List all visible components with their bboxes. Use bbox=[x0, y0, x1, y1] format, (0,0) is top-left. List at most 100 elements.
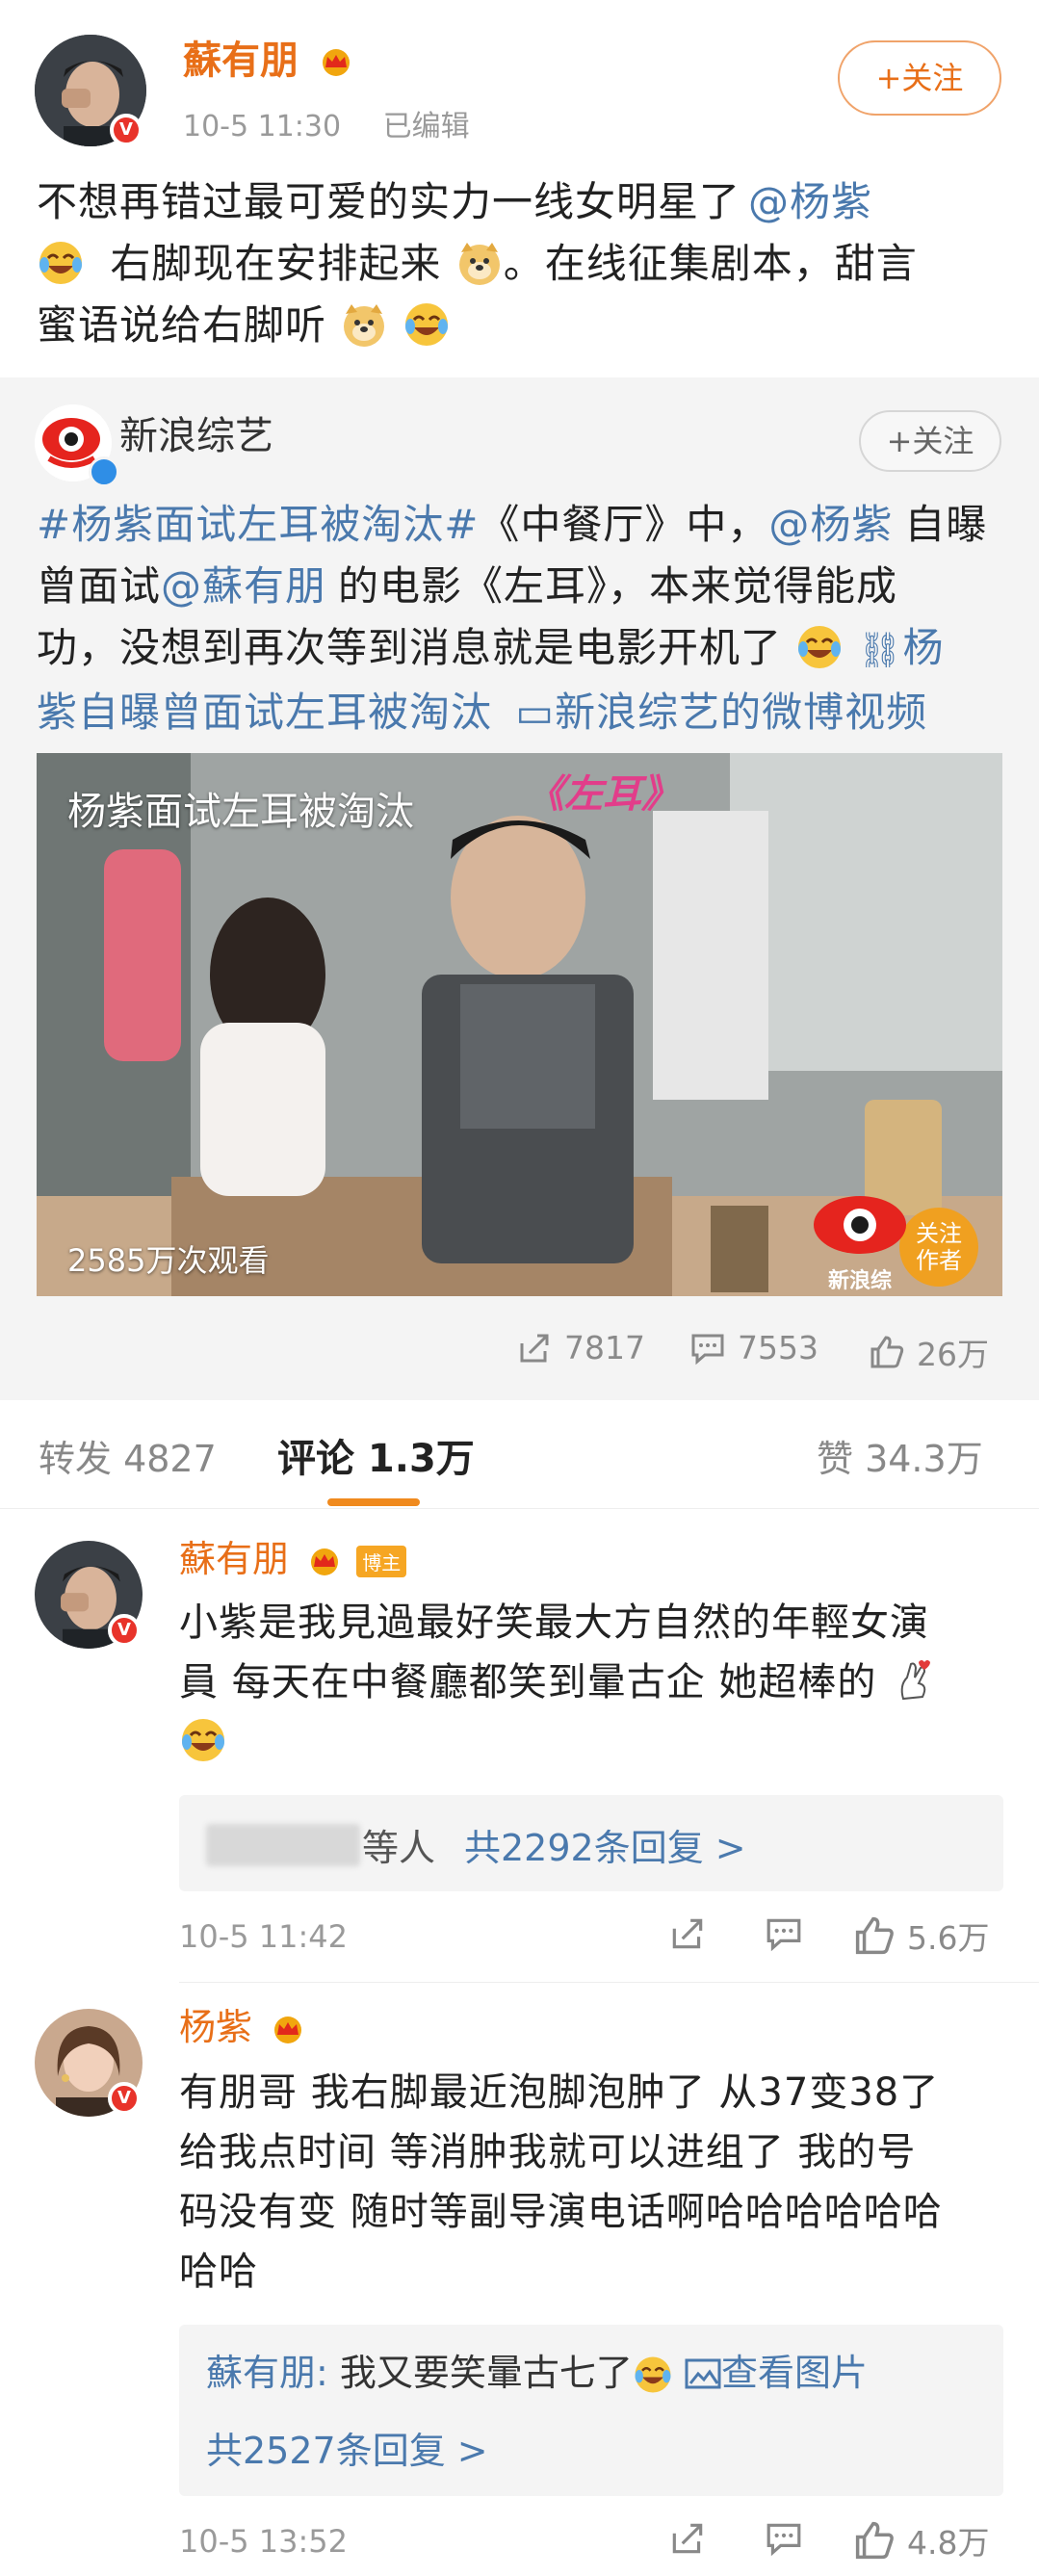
tab-repost[interactable]: 转发 4827 bbox=[39, 1429, 217, 1482]
replies-count-link[interactable]: 共2527条回复 > bbox=[206, 2421, 488, 2474]
post-text: 不想再错过最可爱的实力一线女明星了 @杨紫 右脚现在安排起来 。在线征集剧本，甜言… bbox=[37, 171, 1009, 356]
comment-reply-button[interactable] bbox=[765, 2519, 803, 2562]
repost-text-line: 功，没想到再次等到消息就是电影开机了 bbox=[37, 624, 783, 671]
like-count: 26万 bbox=[917, 1336, 989, 1373]
reply-text: 我又要笑暈古七了 bbox=[339, 2352, 633, 2394]
comment-text-line: 小紫是我見過最好笑最大方自然的年輕女演 bbox=[179, 1600, 929, 1645]
post-text-line: 。在线征集剧本，甜言 bbox=[503, 240, 918, 287]
comment-author-label[interactable]: 杨紫 bbox=[179, 2006, 252, 2048]
comment-author[interactable]: 蘇有朋 博主 bbox=[179, 1529, 407, 1582]
video-player[interactable]: 杨紫面试左耳被淘汰 《左耳》 2585万次观看 关注 作者 新浪综 bbox=[37, 753, 1002, 1296]
post-meta: 10-5 11:30 已编辑 bbox=[183, 102, 470, 144]
comment-like-button[interactable]: 5.6万 bbox=[853, 1912, 989, 1959]
comment-text-line: 哈哈 bbox=[179, 2250, 258, 2294]
share-icon bbox=[520, 1334, 549, 1362]
doge-emoji-icon bbox=[458, 243, 500, 285]
follow-button[interactable]: +关注 bbox=[838, 40, 1001, 116]
repost-text-line: 曾面试 bbox=[37, 562, 162, 610]
laugh-cry-emoji-icon bbox=[39, 242, 82, 284]
verified-badge-icon: V bbox=[108, 2082, 141, 2115]
vip-crown-icon bbox=[274, 2016, 302, 2043]
hashtag-link[interactable]: #杨紫面试左耳被淘汰# bbox=[37, 501, 479, 548]
repost-text-line: 的电影《左耳》，本来觉得能成 bbox=[338, 562, 898, 610]
post-text-line: 不想再错过最可爱的实力一线女明星了 bbox=[37, 178, 741, 225]
video-brand-text: 新浪综 bbox=[827, 1269, 892, 1293]
comment-text: 小紫是我見過最好笑最大方自然的年輕女演 員 每天在中餐廳都笑到暈古企 她超棒的 bbox=[179, 1593, 1007, 1772]
comment-share-button[interactable] bbox=[668, 1914, 707, 1957]
repost-author-label[interactable]: 新浪综艺 bbox=[119, 414, 273, 458]
comment-like-count: 5.6万 bbox=[907, 1919, 990, 1957]
tab-comment[interactable]: 评论 1.3万 bbox=[277, 1427, 475, 1483]
reply-line: 蘇有朋: 我又要笑暈古七了 查看图片 bbox=[206, 2346, 868, 2400]
mention-link[interactable]: @杨紫 bbox=[748, 178, 872, 225]
repost-like-stat[interactable]: 26万 bbox=[869, 1329, 989, 1375]
tab-bar: 转发 4827 评论 1.3万 赞 34.3万 bbox=[0, 1400, 1039, 1509]
repost-text-line: 《中餐厅》中， bbox=[479, 501, 769, 548]
comment-icon bbox=[691, 1334, 724, 1365]
follow-button-label: +关注 bbox=[875, 60, 964, 96]
repost-text-line: 自曝 bbox=[904, 501, 988, 548]
comment-text-line: 码没有变 随时等副导演电话啊哈哈哈哈哈哈 bbox=[179, 2190, 943, 2234]
video-title: 杨紫面试左耳被淘汰 bbox=[67, 790, 414, 834]
comment-text: 有朋哥 我右脚最近泡脚泡肿了 从37变38了 给我点时间 等消肿我就可以进组了 … bbox=[179, 2063, 1017, 2302]
post-time: 10-5 11:30 bbox=[183, 110, 342, 143]
comment-icon bbox=[766, 1918, 801, 1952]
comment-text-line: 给我点时间 等消肿我就可以进组了 我的号 bbox=[179, 2130, 917, 2174]
video-views: 2585万次观看 bbox=[67, 1242, 270, 1279]
doge-emoji-icon bbox=[344, 304, 385, 347]
verified-blue-badge-icon bbox=[89, 456, 119, 487]
post-edited-label: 已编辑 bbox=[382, 110, 470, 143]
video-link[interactable]: 新浪综艺的微博视频 bbox=[555, 689, 927, 736]
laugh-cry-emoji-icon bbox=[182, 1719, 224, 1761]
post-text-line: 蜜语说给右脚听 bbox=[37, 301, 327, 349]
replies-people-label: 等人 bbox=[362, 1827, 436, 1869]
replies-count-link[interactable]: 共2292条回复 > bbox=[464, 1818, 746, 1871]
laugh-cry-emoji-icon bbox=[635, 2356, 671, 2393]
mention-link[interactable]: @杨紫 bbox=[768, 501, 893, 548]
mention-link[interactable]: @蘇有朋 bbox=[161, 562, 326, 610]
repost-author-name[interactable]: 新浪综艺 bbox=[119, 404, 273, 460]
share-count: 7817 bbox=[564, 1329, 645, 1366]
repost-comment-stat[interactable]: 7553 bbox=[689, 1329, 818, 1366]
link-icon: ⛓ bbox=[857, 631, 903, 670]
comment-like-count: 4.8万 bbox=[907, 2524, 990, 2562]
comment-text-line: 員 每天在中餐廳都笑到暈古企 她超棒的 bbox=[179, 1660, 877, 1704]
reply-author-link[interactable]: 蘇有朋: bbox=[206, 2352, 328, 2394]
repost-follow-label: +关注 bbox=[886, 423, 974, 459]
vip-crown-icon bbox=[322, 49, 350, 76]
verified-badge-icon: V bbox=[108, 1614, 141, 1647]
repost-share-stat[interactable]: 7817 bbox=[516, 1329, 645, 1366]
replies-preview[interactable]: 蘇有朋: 我又要笑暈古七了 查看图片 共2527条回复 > bbox=[179, 2325, 1003, 2496]
video-sticker: 《左耳》 bbox=[526, 772, 680, 817]
replies-preview[interactable]: 等人 共2292条回复 > bbox=[179, 1795, 1003, 1891]
vip-crown-icon bbox=[311, 1548, 339, 1575]
comment-time: 10-5 11:42 bbox=[179, 1918, 349, 1955]
comment-text-line: 有朋哥 我右脚最近泡脚泡肿了 从37变38了 bbox=[179, 2070, 940, 2115]
video-brand-logo: 新浪综 bbox=[807, 1192, 913, 1293]
repost-follow-button[interactable]: +关注 bbox=[859, 410, 1001, 472]
comment-reply-button[interactable] bbox=[765, 1914, 803, 1957]
tab-like[interactable]: 赞 34.3万 bbox=[817, 1429, 983, 1482]
laugh-cry-emoji-icon bbox=[404, 303, 448, 346]
sina-eye-logo-icon bbox=[814, 1196, 906, 1254]
comment-author[interactable]: 杨紫 bbox=[179, 1997, 306, 2050]
comment-like-button[interactable]: 4.8万 bbox=[853, 2517, 989, 2563]
thumbs-up-icon bbox=[870, 1336, 904, 1368]
comment-time: 10-5 13:52 bbox=[179, 2523, 349, 2560]
repost-text: #杨紫面试左耳被淘汰#《中餐厅》中，@杨紫 自曝 曾面试@蘇有朋 的电影《左耳》，本… bbox=[37, 494, 1009, 743]
share-icon bbox=[672, 2523, 703, 2554]
finger-heart-icon bbox=[900, 1660, 931, 1701]
comment-author-label[interactable]: 蘇有朋 bbox=[179, 1538, 289, 1580]
blurred-names bbox=[206, 1824, 360, 1866]
comment-count: 7553 bbox=[738, 1329, 818, 1366]
image-icon bbox=[685, 2358, 721, 2389]
view-image-link[interactable]: 查看图片 bbox=[721, 2352, 868, 2394]
post-author-name[interactable]: 蘇有朋 bbox=[183, 29, 354, 85]
post-author-label[interactable]: 蘇有朋 bbox=[183, 39, 299, 83]
comment-share-button[interactable] bbox=[668, 2519, 707, 2562]
topic-link[interactable]: 紫自曝曾面试左耳被淘汰 bbox=[37, 689, 492, 736]
comment-divider bbox=[179, 1982, 1039, 1983]
topic-link[interactable]: 杨 bbox=[902, 624, 944, 671]
post-text-line: 右脚现在安排起来 bbox=[110, 240, 442, 287]
video-link-icon: ▭ bbox=[515, 689, 556, 736]
